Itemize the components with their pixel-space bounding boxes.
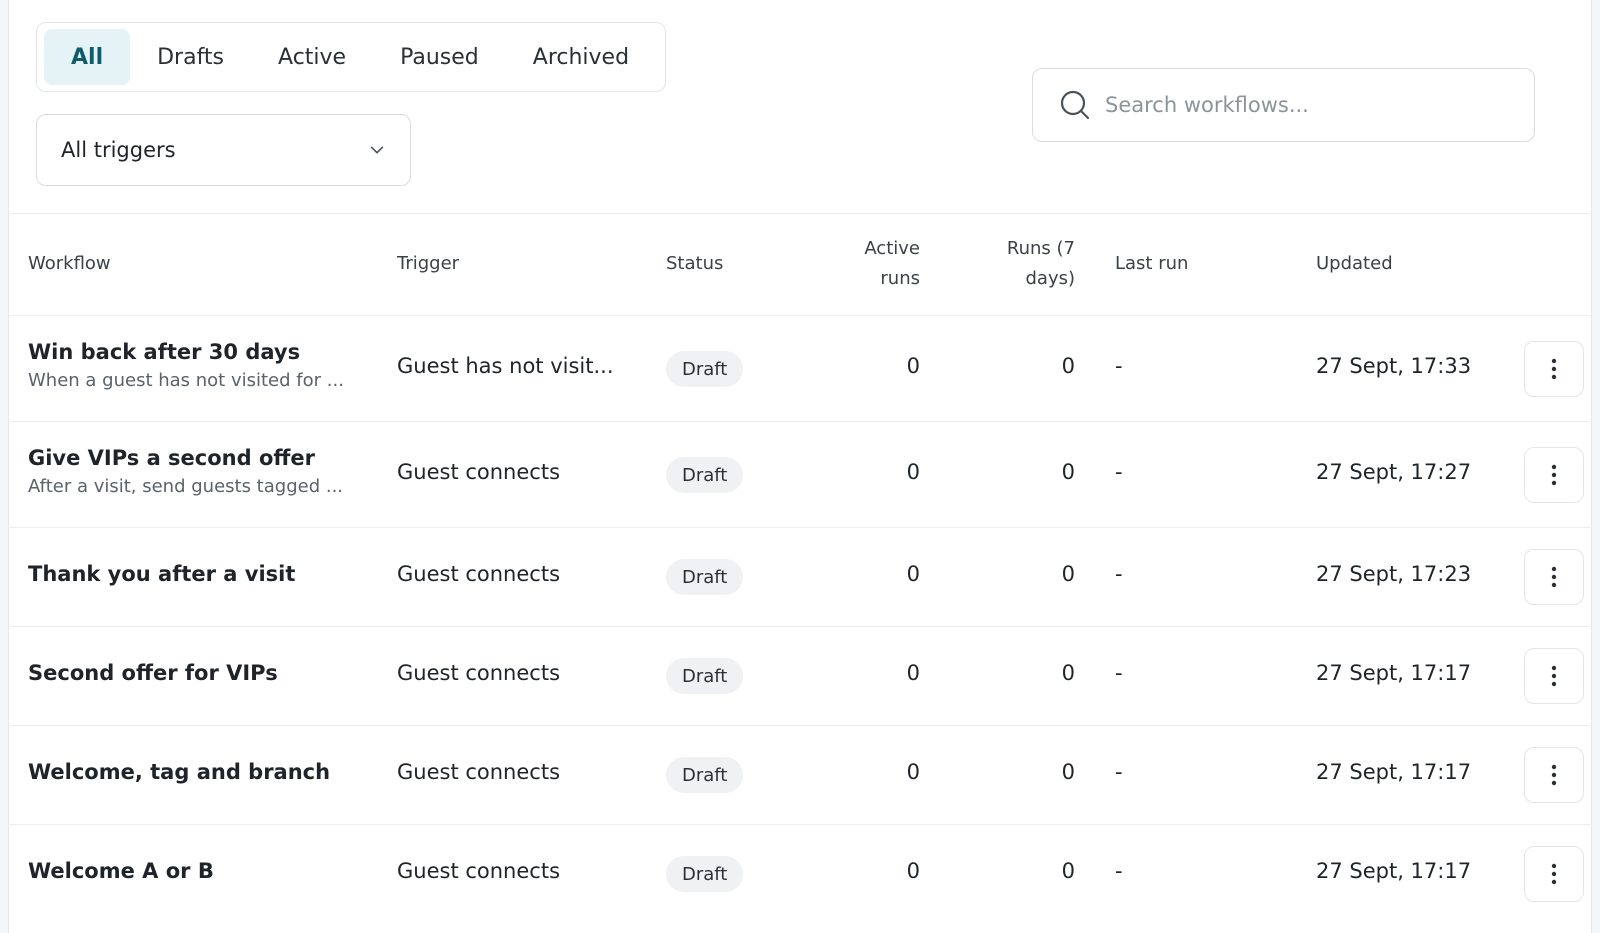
last-run-cell: - [1115, 354, 1123, 378]
status-badge: Draft [666, 559, 744, 595]
more-vertical-icon [1551, 358, 1557, 380]
updated-cell: 27 Sept, 17:17 [1316, 859, 1472, 883]
updated-cell: 27 Sept, 17:27 [1316, 460, 1472, 484]
workflow-cell: Win back after 30 days When a guest has … [28, 340, 344, 391]
active-runs-cell: 0 [906, 562, 920, 586]
col-active-runs-line1: Active [864, 238, 920, 259]
table-row[interactable]: Welcome, tag and branch Guest connects D… [8, 726, 1592, 825]
table-row[interactable]: Second offer for VIPs Guest connects Dra… [8, 627, 1592, 726]
status-badge: Draft [666, 351, 744, 387]
tab-all[interactable]: All [44, 29, 131, 85]
runs-7d-cell: 0 [1061, 354, 1075, 378]
col-updated[interactable]: Updated [1316, 249, 1393, 279]
more-vertical-icon [1551, 566, 1557, 588]
more-vertical-icon [1551, 863, 1557, 885]
runs-7d-cell: 0 [1061, 562, 1075, 586]
row-menu-button[interactable] [1524, 341, 1584, 397]
trigger-filter-value: All triggers [61, 138, 176, 162]
runs-7d-cell: 0 [1061, 859, 1075, 883]
last-run-cell: - [1115, 460, 1123, 484]
tab-active[interactable]: Active [251, 29, 373, 85]
table-row[interactable]: Thank you after a visit Guest connects D… [8, 528, 1592, 627]
runs-7d-cell: 0 [1061, 460, 1075, 484]
trigger-cell: Guest connects [397, 859, 561, 883]
row-menu-button[interactable] [1524, 648, 1584, 704]
table-row[interactable]: Win back after 30 days When a guest has … [8, 316, 1592, 422]
last-run-cell: - [1115, 859, 1123, 883]
search-input[interactable] [1105, 93, 1508, 117]
col-active-runs[interactable]: Active runs [820, 234, 920, 294]
trigger-cell: Guest connects [397, 760, 561, 784]
active-runs-cell: 0 [906, 460, 920, 484]
search-box [1032, 68, 1535, 142]
status-badge: Draft [666, 658, 744, 694]
col-last-run[interactable]: Last run [1115, 249, 1188, 279]
updated-cell: 27 Sept, 17:17 [1316, 760, 1472, 784]
workflow-title[interactable]: Welcome, tag and branch [28, 760, 330, 784]
col-trigger[interactable]: Trigger [397, 249, 459, 279]
table-row[interactable]: Give VIPs a second offer After a visit, … [8, 422, 1592, 528]
workflow-title[interactable]: Give VIPs a second offer [28, 446, 343, 470]
trigger-cell: Guest connects [397, 460, 561, 484]
runs-7d-cell: 0 [1061, 760, 1075, 784]
more-vertical-icon [1551, 764, 1557, 786]
search-icon [1060, 90, 1090, 120]
more-vertical-icon [1551, 665, 1557, 687]
workflow-title[interactable]: Welcome A or B [28, 859, 214, 883]
workflow-title[interactable]: Win back after 30 days [28, 340, 344, 364]
status-badge: Draft [666, 757, 744, 793]
col-workflow[interactable]: Workflow [28, 249, 111, 279]
active-runs-cell: 0 [906, 354, 920, 378]
active-runs-cell: 0 [906, 661, 920, 685]
status-badge: Draft [666, 856, 744, 892]
trigger-cell: Guest has not visit... [397, 354, 614, 378]
row-menu-button[interactable] [1524, 747, 1584, 803]
workflow-description: After a visit, send guests tagged ... [28, 476, 344, 497]
col-runs-7-days[interactable]: Runs (7 days) [975, 234, 1075, 294]
trigger-filter-select[interactable]: All triggers [36, 114, 411, 186]
last-run-cell: - [1115, 661, 1123, 685]
workflow-description: When a guest has not visited for ... [28, 370, 344, 391]
status-tabs: All Drafts Active Paused Archived [36, 22, 666, 92]
last-run-cell: - [1115, 562, 1123, 586]
updated-cell: 27 Sept, 17:23 [1316, 562, 1472, 586]
workflow-title[interactable]: Second offer for VIPs [28, 661, 278, 685]
col-status[interactable]: Status [666, 249, 723, 279]
updated-cell: 27 Sept, 17:17 [1316, 661, 1472, 685]
row-menu-button[interactable] [1524, 846, 1584, 902]
more-vertical-icon [1551, 464, 1557, 486]
col-runs-line2: days) [1025, 268, 1075, 289]
row-menu-button[interactable] [1524, 447, 1584, 503]
status-badge: Draft [666, 457, 744, 493]
table-row[interactable]: Welcome A or B Guest connects Draft 0 0 … [8, 825, 1592, 933]
workflow-cell: Give VIPs a second offer After a visit, … [28, 446, 343, 497]
col-active-runs-line2: runs [880, 268, 920, 289]
col-runs-line1: Runs (7 [1006, 238, 1075, 259]
table-header: Workflow Trigger Status Active runs Runs… [8, 214, 1592, 316]
active-runs-cell: 0 [906, 859, 920, 883]
runs-7d-cell: 0 [1061, 661, 1075, 685]
chevron-down-icon [370, 146, 384, 154]
trigger-cell: Guest connects [397, 562, 561, 586]
last-run-cell: - [1115, 760, 1123, 784]
workflow-title[interactable]: Thank you after a visit [28, 562, 295, 586]
tab-archived[interactable]: Archived [506, 29, 656, 85]
trigger-cell: Guest connects [397, 661, 561, 685]
updated-cell: 27 Sept, 17:33 [1316, 354, 1472, 378]
tab-drafts[interactable]: Drafts [130, 29, 251, 85]
row-menu-button[interactable] [1524, 549, 1584, 605]
tab-paused[interactable]: Paused [373, 29, 506, 85]
active-runs-cell: 0 [906, 760, 920, 784]
